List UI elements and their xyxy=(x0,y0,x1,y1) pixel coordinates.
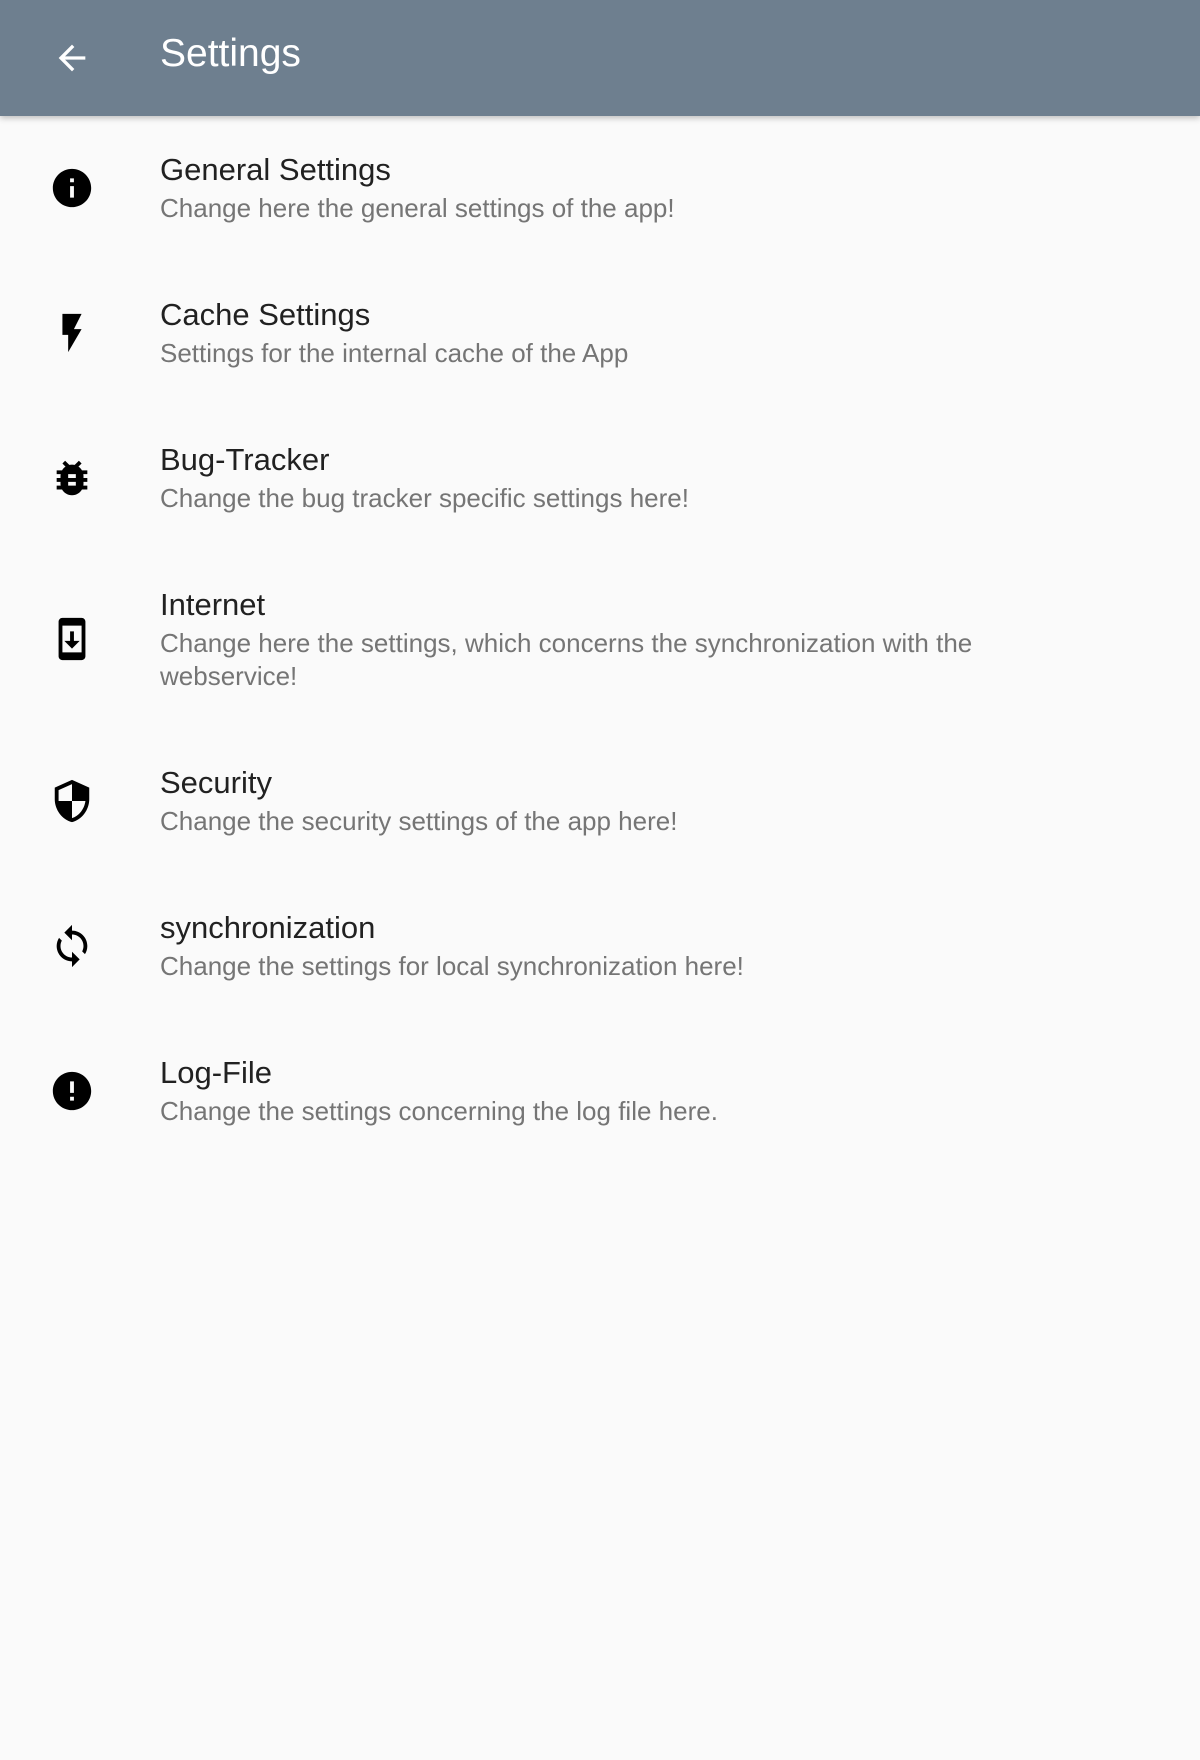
settings-item-title: Bug-Tracker xyxy=(160,442,330,477)
flash-icon xyxy=(40,301,104,365)
settings-item-cache[interactable]: Cache Settings Settings for the internal… xyxy=(0,261,1200,406)
settings-item-security[interactable]: Security Change the security settings of… xyxy=(0,729,1200,874)
settings-item-summary: Change the security settings of the app … xyxy=(160,806,678,836)
sync-icon xyxy=(40,914,104,978)
settings-item-title: Cache Settings xyxy=(160,297,371,332)
bug-icon xyxy=(40,446,104,510)
error-icon xyxy=(40,1059,104,1123)
settings-item-internet[interactable]: Internet Change here the settings, which… xyxy=(0,551,1200,729)
info-icon xyxy=(40,156,104,220)
settings-item-title: Internet xyxy=(160,587,266,622)
settings-item-summary: Change the bug tracker specific settings… xyxy=(160,483,689,513)
settings-item-log-file[interactable]: Log-File Change the settings concerning … xyxy=(0,1019,1200,1164)
settings-item-summary: Settings for the internal cache of the A… xyxy=(160,338,629,368)
settings-item-title: Log-File xyxy=(160,1055,272,1090)
page-title: Settings xyxy=(160,32,301,75)
system-update-icon xyxy=(40,607,104,671)
settings-item-title: General Settings xyxy=(160,152,391,187)
settings-item-summary: Change here the settings, which concerns… xyxy=(160,628,973,691)
settings-item-general[interactable]: General Settings Change here the general… xyxy=(0,116,1200,261)
arrow-back-icon xyxy=(58,44,86,72)
settings-item-summary: Change the settings for local synchroniz… xyxy=(160,951,744,981)
settings-item-bug-tracker[interactable]: Bug-Tracker Change the bug tracker speci… xyxy=(0,406,1200,551)
settings-item-summary: Change the settings concerning the log f… xyxy=(160,1096,718,1126)
back-button[interactable] xyxy=(40,26,104,90)
shield-icon xyxy=(40,769,104,833)
settings-item-title: synchronization xyxy=(160,910,376,945)
settings-item-title: Security xyxy=(160,765,272,800)
app-bar: Settings xyxy=(0,0,1200,116)
settings-item-summary: Change here the general settings of the … xyxy=(160,193,675,223)
settings-item-synchronization[interactable]: synchronization Change the settings for … xyxy=(0,874,1200,1019)
